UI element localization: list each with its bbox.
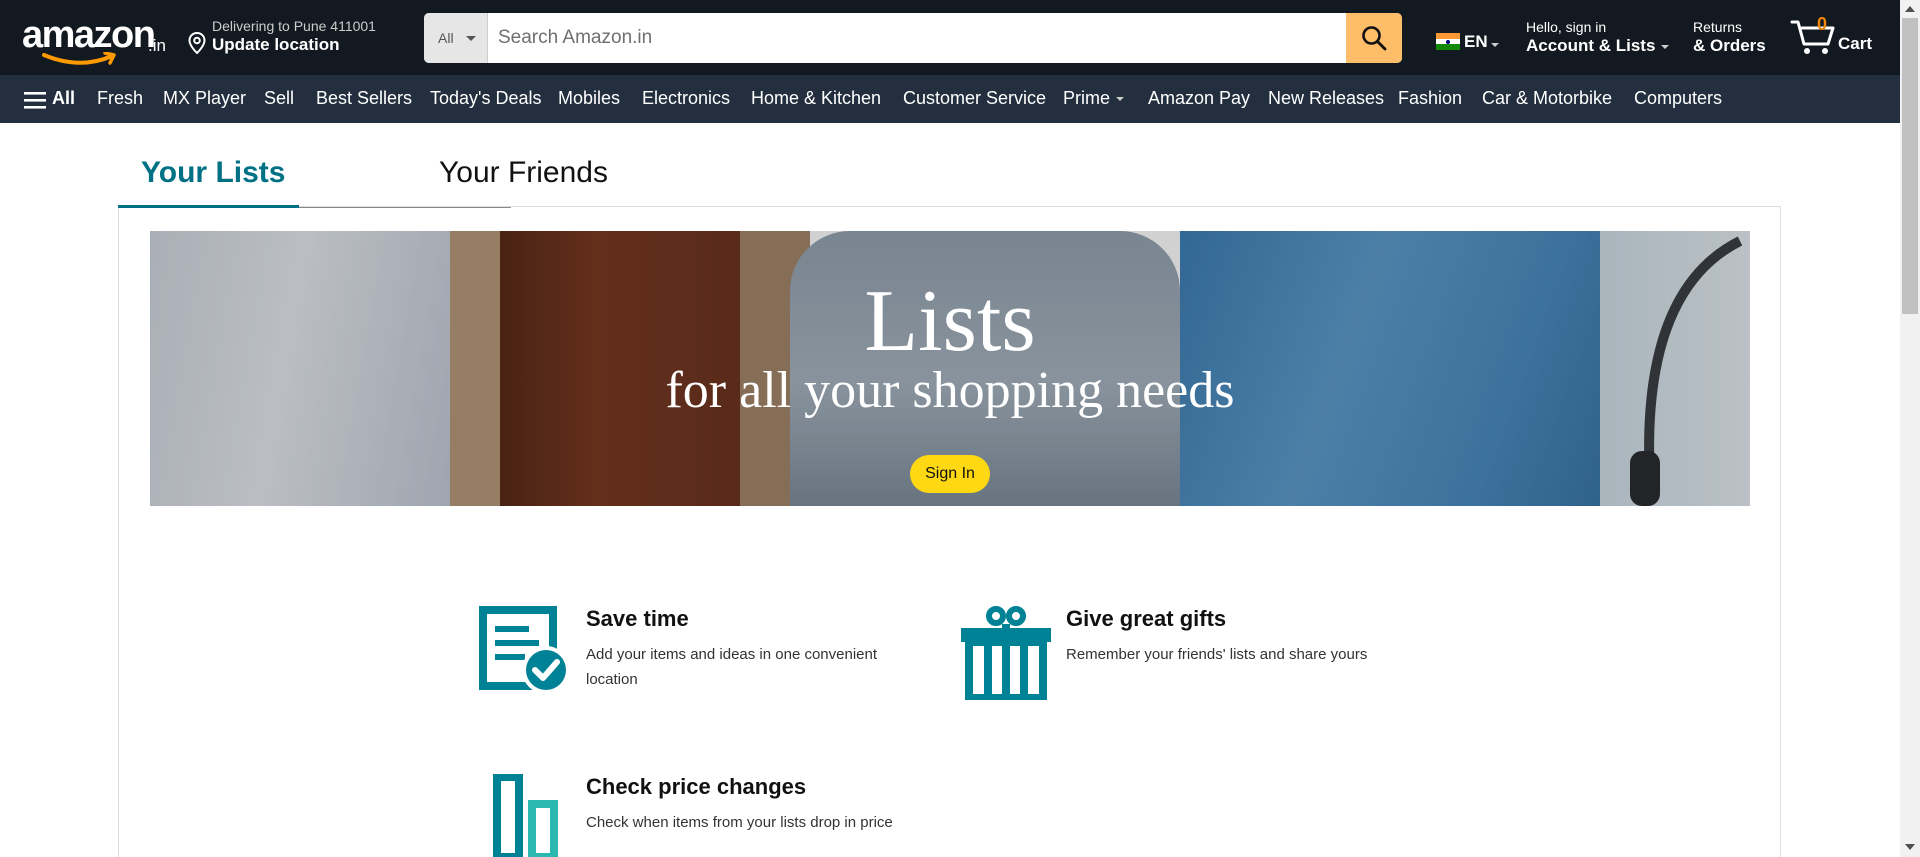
- location-pin-icon: [188, 32, 206, 54]
- search-category-dropdown[interactable]: All: [424, 13, 488, 63]
- nav-item-amazon-pay[interactable]: Amazon Pay: [1148, 88, 1250, 109]
- account-lists-label: Account & Lists: [1526, 36, 1670, 56]
- chevron-down-icon: [1116, 97, 1125, 102]
- search-input[interactable]: [488, 13, 1346, 63]
- account-lists-text: Account & Lists: [1526, 36, 1656, 55]
- scrollbar-thumb[interactable]: [1902, 18, 1918, 314]
- feature-title: Save time: [586, 606, 689, 631]
- tab-your-lists[interactable]: Your Lists: [118, 148, 299, 208]
- search-icon: [1362, 26, 1387, 51]
- scroll-up-arrow-icon[interactable]: [1905, 6, 1915, 12]
- nav-item-mobiles[interactable]: Mobiles: [558, 88, 620, 109]
- lists-hero-banner: Lists for all your shopping needs Sign I…: [150, 231, 1750, 506]
- hero-title: Lists: [864, 273, 1036, 370]
- returns-orders[interactable]: Returns & Orders: [1693, 19, 1766, 56]
- cart-count: 0: [1817, 14, 1828, 34]
- nav-item-computers[interactable]: Computers: [1634, 88, 1722, 109]
- account-lists[interactable]: Hello, sign in Account & Lists: [1526, 19, 1670, 56]
- delivery-text: Delivering to Pune 411001: [212, 18, 376, 34]
- cart-label: Cart: [1838, 34, 1873, 53]
- sign-in-button[interactable]: Sign In: [910, 455, 990, 493]
- feature-give-gifts: Give great gifts Remember your friends' …: [959, 606, 1379, 706]
- feature-title: Check price changes: [586, 774, 807, 799]
- signin-greeting: Hello, sign in: [1526, 19, 1607, 35]
- nav-item-best-sellers[interactable]: Best Sellers: [316, 88, 412, 109]
- india-flag-icon: [1436, 33, 1460, 50]
- language-code: EN: [1464, 32, 1488, 51]
- nav-item-new-releases[interactable]: New Releases: [1268, 88, 1384, 109]
- returns-label: Returns: [1693, 19, 1743, 35]
- nav-item-fresh[interactable]: Fresh: [97, 88, 143, 109]
- feature-save-time: Save time Add your items and ideas in on…: [479, 606, 899, 706]
- list-tabs: Your Lists Your Friends: [118, 148, 608, 208]
- logo-tld: .in: [148, 36, 166, 55]
- feature-description: Remember your friends' lists and share y…: [1066, 646, 1368, 663]
- nav-item-prime-label: Prime: [1063, 88, 1111, 108]
- price-bars-icon: [493, 774, 558, 857]
- page: amazon .in Delivering to Pune 411001 Upd…: [0, 0, 1920, 857]
- feature-title: Give great gifts: [1066, 606, 1227, 631]
- secondary-nav: All Fresh MX Player Sell Best Sellers To…: [0, 75, 1900, 123]
- top-nav: amazon .in Delivering to Pune 411001 Upd…: [0, 0, 1900, 75]
- nav-item-prime[interactable]: Prime: [1063, 88, 1125, 109]
- feature-price-changes: Check price changes Check when items fro…: [479, 774, 899, 857]
- search-button[interactable]: [1346, 13, 1402, 63]
- amazon-logo[interactable]: amazon .in: [22, 12, 167, 65]
- orders-label: & Orders: [1693, 36, 1766, 55]
- search-bar: All: [424, 13, 1402, 63]
- cart-icon: [1790, 20, 1835, 54]
- gift-box-icon: [961, 606, 1051, 700]
- feature-description: Add your items and ideas in one convenie…: [586, 646, 878, 688]
- hamburger-menu-icon: [24, 92, 46, 109]
- page-scrollbar[interactable]: [1900, 0, 1920, 857]
- nav-item-electronics[interactable]: Electronics: [642, 88, 730, 109]
- hero-subtitle: for all your shopping needs: [665, 362, 1235, 419]
- cart-button[interactable]: 0 Cart: [1790, 12, 1890, 62]
- search-category-label: All: [438, 30, 454, 46]
- all-menu-label: All: [52, 88, 76, 108]
- chevron-down-icon: [466, 36, 476, 41]
- nav-item-customer-service[interactable]: Customer Service: [903, 88, 1046, 109]
- tab-your-friends[interactable]: Your Friends: [299, 148, 608, 208]
- nav-item-car-motorbike[interactable]: Car & Motorbike: [1482, 88, 1612, 109]
- chevron-down-icon: [1661, 44, 1670, 49]
- list-checkmark-icon: [479, 606, 570, 694]
- tab-your-friends-label: Your Friends: [439, 156, 608, 189]
- update-location-text: Update location: [212, 35, 340, 54]
- feature-description: Check when items from your lists drop in…: [586, 814, 893, 831]
- nav-item-fashion[interactable]: Fashion: [1398, 88, 1462, 109]
- nav-item-mx-player[interactable]: MX Player: [163, 88, 246, 109]
- nav-item-home-kitchen[interactable]: Home & Kitchen: [751, 88, 881, 109]
- nav-item-sell[interactable]: Sell: [264, 88, 294, 109]
- nav-item-todays-deals[interactable]: Today's Deals: [430, 88, 542, 109]
- tab-your-lists-label: Your Lists: [141, 156, 286, 189]
- smile-arrow-icon: [42, 52, 116, 65]
- scroll-down-arrow-icon[interactable]: [1905, 844, 1915, 850]
- logo-wordmark: amazon: [22, 14, 156, 56]
- chevron-down-icon: [1491, 43, 1499, 47]
